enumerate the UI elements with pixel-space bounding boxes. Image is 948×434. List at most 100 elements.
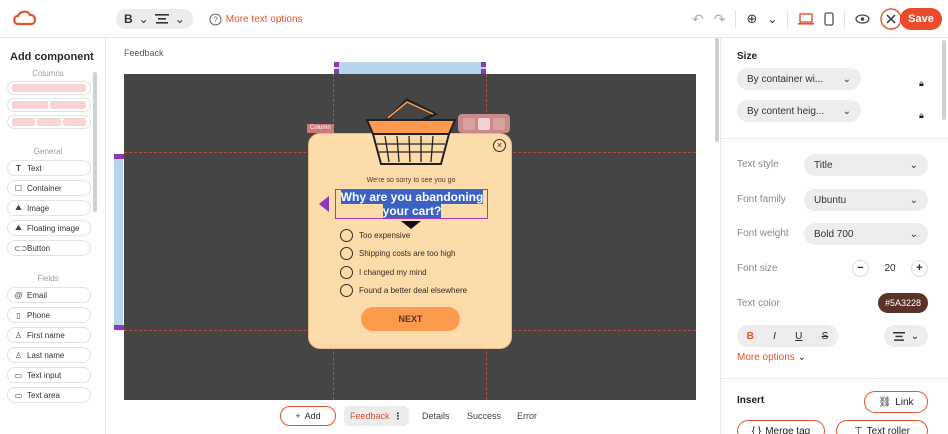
text-roller-button[interactable]: ⊤ Text roller — [836, 420, 928, 434]
increase-button[interactable]: + — [911, 259, 928, 277]
radio-button[interactable] — [340, 247, 353, 260]
mobile-view-icon[interactable] — [824, 12, 835, 26]
step-tabs-bar: + Add Feedback ⋮ Details Success Error — [106, 400, 720, 434]
three-column-button[interactable] — [7, 115, 91, 129]
image-component[interactable]: ⛰ Image — [7, 200, 91, 216]
desktop-view-icon[interactable] — [798, 12, 815, 26]
move-left-handle-icon[interactable] — [319, 196, 329, 212]
column-tag[interactable]: Column — [307, 124, 334, 133]
font-size-value[interactable]: 20 — [884, 263, 895, 274]
bold-button[interactable]: B — [124, 12, 133, 26]
preview-eye-icon[interactable] — [855, 14, 871, 24]
chevron-down-icon: ⌄ — [797, 352, 806, 363]
resize-handle[interactable] — [119, 154, 124, 159]
radio-button[interactable] — [340, 284, 353, 297]
undo-icon[interactable]: ↶ — [692, 11, 704, 28]
one-column-button[interactable] — [7, 81, 91, 95]
tab-success[interactable]: Success — [467, 411, 501, 421]
text-style-select[interactable]: Title ⌄ — [804, 154, 928, 176]
app: B ⌄ ⌄ ? More text options ↶ ↷ ⊕ ⌄ Save A… — [0, 0, 948, 434]
resize-handle[interactable] — [334, 62, 339, 67]
chevron-down-icon[interactable]: ⌄ — [767, 12, 777, 26]
text-area-field-component[interactable]: ▭ Text area — [7, 387, 91, 403]
height-mode-select[interactable]: By content heig... ⌄ — [737, 100, 861, 122]
option-item[interactable]: Found a better deal elsewhere — [340, 284, 467, 297]
container-component[interactable]: ☐ Container — [7, 180, 91, 196]
text-color-label: Text color — [737, 298, 780, 309]
add-component-panel: Add component Columns General T Text ☐ Con… — [0, 38, 106, 434]
phone-field-component[interactable]: ▯ Phone — [7, 307, 91, 323]
text-style-label: Text style — [737, 159, 779, 170]
more-vertical-icon[interactable]: ⋮ — [394, 411, 403, 422]
two-column-button[interactable] — [7, 98, 91, 112]
globe-icon[interactable]: ⊕ — [746, 11, 757, 27]
underline-button[interactable]: U — [795, 331, 802, 342]
font-size-label: Font size — [737, 263, 778, 274]
tooltip-caret-icon — [401, 221, 421, 229]
text-input-icon: ▭ — [14, 370, 23, 380]
radio-button[interactable] — [340, 266, 353, 279]
option-item[interactable]: I changed my mind — [340, 266, 427, 279]
align-center-icon — [892, 331, 905, 341]
plus-icon: + — [295, 411, 301, 421]
close-icon[interactable]: × — [493, 139, 506, 152]
help-circle-icon[interactable]: ? — [209, 13, 222, 26]
tab-error[interactable]: Error — [517, 411, 537, 421]
canvas-scrollbar[interactable] — [715, 38, 719, 142]
text-format-group: B ⌄ ⌄ ? More text options — [116, 9, 303, 29]
text-icon: T — [16, 163, 21, 173]
chevron-down-icon[interactable]: ⌄ — [139, 12, 149, 26]
text-component[interactable]: T Text — [7, 160, 91, 176]
popup-subtitle[interactable]: We're so sorry to see you go — [309, 177, 513, 184]
next-button[interactable]: NEXT — [361, 307, 460, 331]
tab-feedback[interactable]: Feedback ⋮ — [344, 406, 409, 426]
lock-icon[interactable]: 🔒︎ — [919, 110, 924, 121]
button-component[interactable]: ⊂⊃ Button — [7, 240, 91, 256]
font-weight-select[interactable]: Bold 700 ⌄ — [804, 223, 928, 245]
tab-details[interactable]: Details — [422, 411, 450, 421]
align-right-button[interactable] — [493, 117, 506, 130]
insert-link-button[interactable]: ⛓ Link — [864, 391, 928, 413]
add-step-button[interactable]: + Add — [280, 406, 336, 426]
width-mode-select[interactable]: By container wi... ⌄ — [737, 68, 861, 90]
shopping-basket-icon — [365, 98, 457, 165]
decrease-button[interactable]: − — [852, 259, 869, 277]
bold-button[interactable]: B — [747, 331, 754, 342]
size-section-title: Size — [737, 51, 758, 62]
chevron-down-icon[interactable]: ⌄ — [175, 12, 185, 26]
first-name-field-component[interactable]: ♙ First name — [7, 327, 91, 343]
align-center-button[interactable] — [477, 117, 490, 130]
text-color-swatch[interactable]: #5A3228 — [878, 293, 928, 313]
merge-tag-button[interactable]: { } Merge tag — [737, 420, 825, 434]
resize-handle[interactable] — [334, 69, 339, 74]
save-button[interactable]: Save — [900, 8, 942, 30]
popup-headline[interactable]: Why are you abandoning your cart? — [337, 190, 487, 218]
font-weight-label: Font weight — [737, 228, 789, 239]
text-input-field-component[interactable]: ▭ Text input — [7, 367, 91, 383]
more-text-options-link[interactable]: More text options — [226, 14, 303, 25]
floating-image-component[interactable]: ⛰ Floating image — [7, 220, 91, 236]
chevron-down-icon: ⌄ — [842, 105, 851, 117]
svg-text:?: ? — [213, 15, 218, 24]
italic-button[interactable]: I — [773, 331, 776, 342]
text-align-select[interactable]: ⌄ — [884, 325, 928, 347]
email-field-component[interactable]: @ Email — [7, 287, 91, 303]
strikethrough-button[interactable]: S — [822, 331, 829, 342]
breadcrumb: Feedback — [124, 48, 164, 58]
right-panel-scrollbar[interactable] — [942, 40, 946, 120]
lock-icon[interactable]: 🔒︎ — [919, 78, 924, 89]
option-item[interactable]: Shipping costs are too high — [340, 247, 456, 260]
option-item[interactable]: Too expensive — [340, 229, 410, 242]
fields-section-label: Fields — [37, 274, 59, 283]
radio-button[interactable] — [340, 229, 353, 242]
font-family-select[interactable]: Ubuntu ⌄ — [804, 189, 928, 211]
redo-icon[interactable]: ↷ — [714, 11, 726, 28]
align-center-icon[interactable] — [154, 14, 169, 24]
more-options-link[interactable]: More options ⌄ — [737, 352, 806, 363]
align-left-button[interactable] — [462, 117, 475, 130]
resize-handle[interactable] — [481, 62, 486, 67]
braces-icon: { } — [751, 425, 762, 434]
last-name-field-component[interactable]: ♙ Last name — [7, 347, 91, 363]
left-scrollbar[interactable] — [93, 72, 97, 212]
divider — [787, 10, 789, 28]
